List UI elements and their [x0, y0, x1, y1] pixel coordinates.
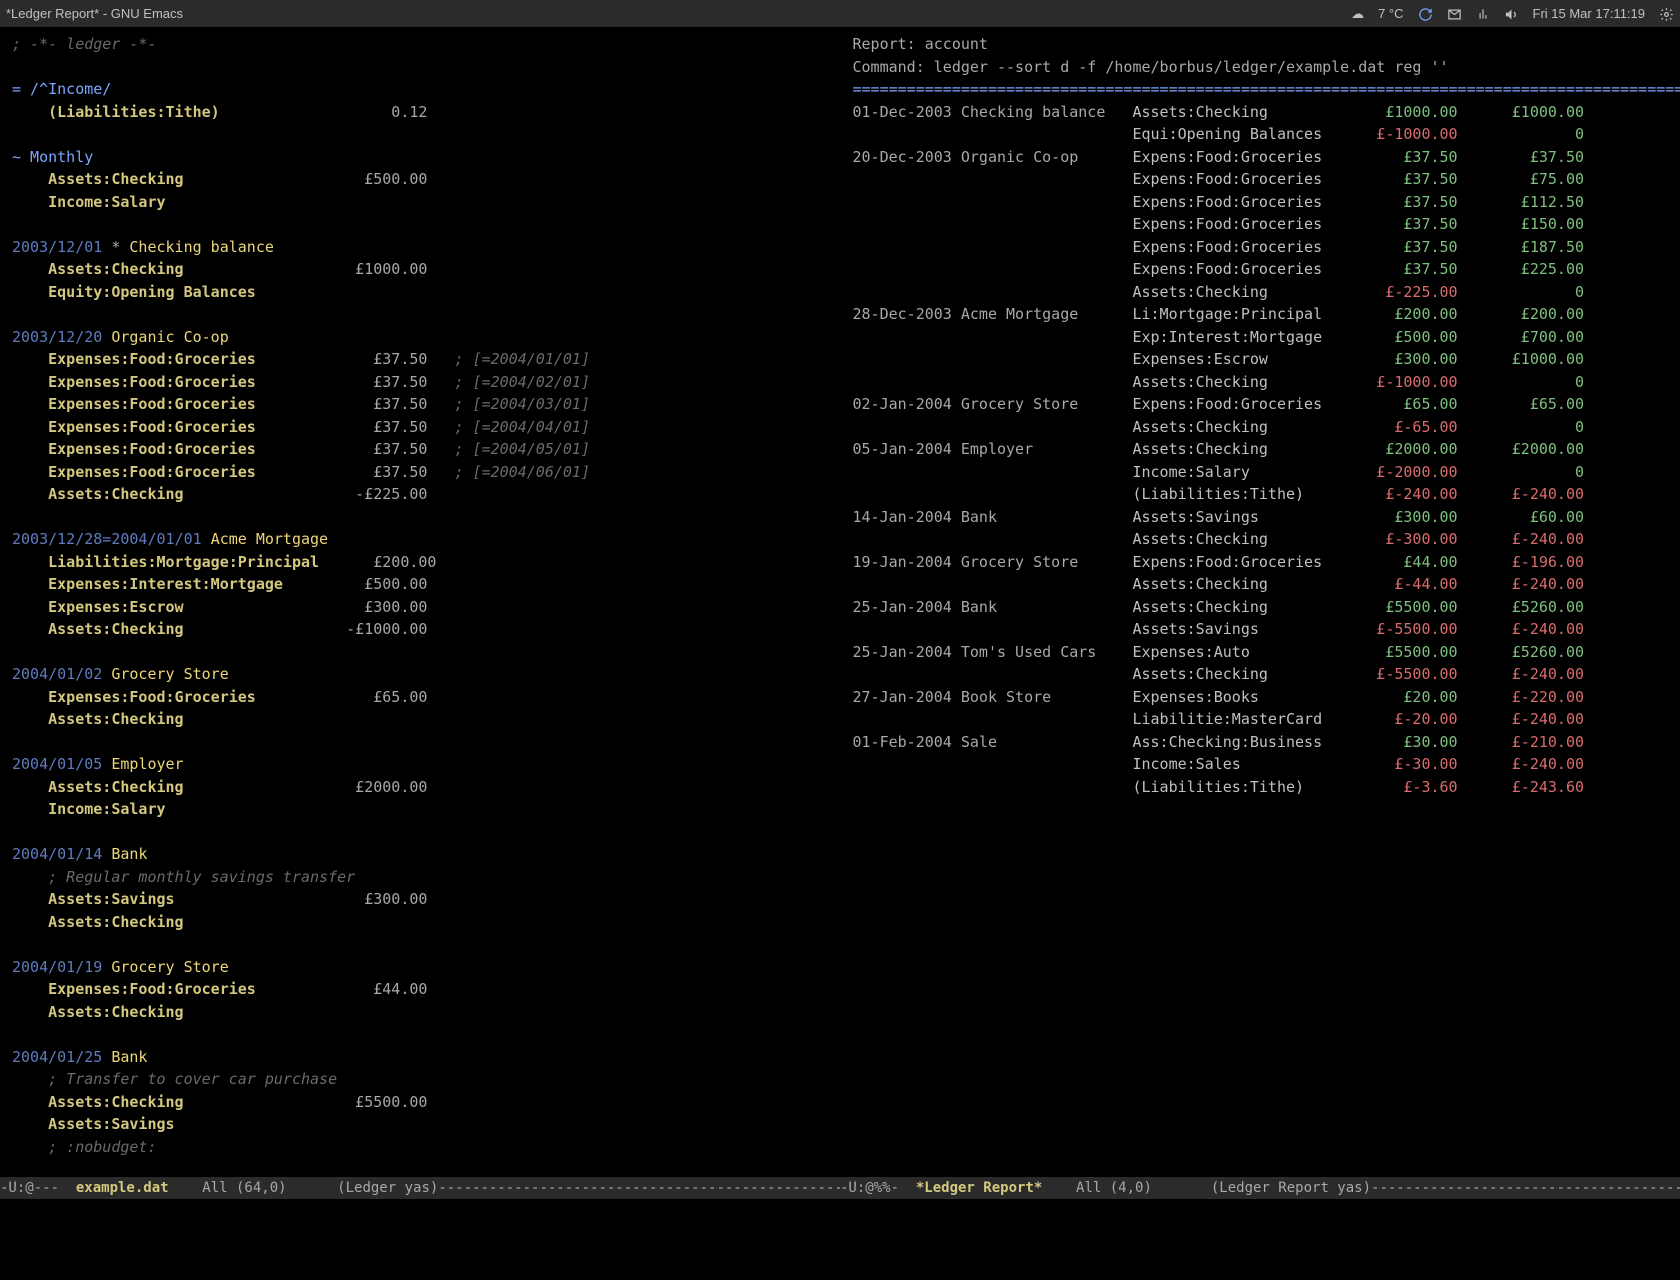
report-row: Liabilitie:MasterCard £-20.00 £-240.00 [853, 708, 1669, 731]
tx-post: Expenses:Food:Groceries £37.50 ; [=2004/… [12, 371, 828, 394]
report-rule: ========================================… [853, 78, 1669, 101]
tx-post: Expenses:Food:Groceries £37.50 ; [=2004/… [12, 348, 828, 371]
tx-header: 2003/12/20 Organic Co-op [12, 326, 828, 349]
tx-header: 2004/01/19 Grocery Store [12, 956, 828, 979]
report-row: 25-Jan-2004 Tom's Used Cars Expenses:Aut… [853, 641, 1669, 664]
tx-post: Expenses:Food:Groceries £37.50 ; [=2004/… [12, 416, 828, 439]
tx-post: Expenses:Food:Groceries £44.00 [12, 978, 828, 1001]
report-row: Assets:Checking £-44.00 £-240.00 [853, 573, 1669, 596]
report-row: Expens:Food:Groceries £37.50 £150.00 [853, 213, 1669, 236]
report-command: Command: ledger --sort d -f /home/borbus… [853, 56, 1669, 79]
report-row: Income:Sales £-30.00 £-240.00 [853, 753, 1669, 776]
tx-post: Expenses:Food:Groceries £37.50 ; [=2004/… [12, 461, 828, 484]
report-row: 27-Jan-2004 Book Store Expenses:Books £2… [853, 686, 1669, 709]
report-name: Report: account [853, 33, 1669, 56]
volume-icon[interactable] [1504, 4, 1519, 24]
tx-note: ; :nobudget: [12, 1136, 828, 1159]
system-tray: ☁ 7 °C Fri 15 Mar 17:11:19 [1351, 4, 1674, 24]
tx-post: Assets:Checking £5500.00 [12, 1091, 828, 1114]
tx-post: Equity:Opening Balances [12, 281, 828, 304]
modeline-left: -U:@--- example.dat All (64,0) (Ledger y… [0, 1177, 840, 1199]
network-icon[interactable] [1476, 4, 1490, 24]
file-local-var-comment: ; -*- ledger -*- [12, 33, 828, 56]
periodic-post: Income:Salary [12, 191, 828, 214]
tx-post: Assets:Savings £300.00 [12, 888, 828, 911]
mail-icon[interactable] [1447, 4, 1462, 24]
report-row: Assets:Checking £-300.00 £-240.00 [853, 528, 1669, 551]
modeline-right: -U:@%%- *Ledger Report* All (4,0) (Ledge… [840, 1177, 1680, 1199]
clock: Fri 15 Mar 17:11:19 [1533, 4, 1645, 24]
report-row: Expens:Food:Groceries £37.50 £112.50 [853, 191, 1669, 214]
tx-post: Assets:Checking £1000.00 [12, 258, 828, 281]
report-row: 28-Dec-2003 Acme Mortgage Li:Mortgage:Pr… [853, 303, 1669, 326]
titlebar: *Ledger Report* - GNU Emacs ☁ 7 °C Fri 1… [0, 0, 1680, 27]
report-row: Income:Salary £-2000.00 0 [853, 461, 1669, 484]
tx-header: 2003/12/01 * Checking balance [12, 236, 828, 259]
tx-post: Expenses:Food:Groceries £37.50 ; [=2004/… [12, 393, 828, 416]
refresh-icon[interactable] [1418, 4, 1433, 24]
tx-post: Assets:Checking [12, 1001, 828, 1024]
report-row: Expenses:Escrow £300.00 £1000.00 [853, 348, 1669, 371]
report-row: 20-Dec-2003 Organic Co-op Expens:Food:Gr… [853, 146, 1669, 169]
report-row: Expens:Food:Groceries £37.50 £75.00 [853, 168, 1669, 191]
tx-post: Expenses:Food:Groceries £37.50 ; [=2004/… [12, 438, 828, 461]
modeline: -U:@--- example.dat All (64,0) (Ledger y… [0, 1177, 1680, 1199]
tx-header: 2004/01/05 Employer [12, 753, 828, 776]
tx-post: Expenses:Escrow £300.00 [12, 596, 828, 619]
report-row: 02-Jan-2004 Grocery Store Expens:Food:Gr… [853, 393, 1669, 416]
report-row: 25-Jan-2004 Bank Assets:Checking £5500.0… [853, 596, 1669, 619]
periodic-header: ~ Monthly [12, 146, 828, 169]
tx-header: 2004/01/14 Bank [12, 843, 828, 866]
tx-note: ; Transfer to cover car purchase [12, 1068, 828, 1091]
tx-post: Assets:Savings [12, 1113, 828, 1136]
tx-post: Assets:Checking -£225.00 [12, 483, 828, 506]
report-row: (Liabilities:Tithe) £-3.60 £-243.60 [853, 776, 1669, 799]
report-row: Exp:Interest:Mortgage £500.00 £700.00 [853, 326, 1669, 349]
report-row: 14-Jan-2004 Bank Assets:Savings £300.00 … [853, 506, 1669, 529]
tx-note: ; Regular monthly savings transfer [12, 866, 828, 889]
ledger-source-pane[interactable]: ; -*- ledger -*- = /^Income/ (Liabilitie… [0, 27, 841, 1177]
tx-post: Assets:Checking [12, 708, 828, 731]
settings-icon[interactable] [1659, 4, 1674, 24]
tx-header: 2004/01/25 Bank [12, 1046, 828, 1069]
tx-header: 2004/01/02 Grocery Store [12, 663, 828, 686]
report-row: (Liabilities:Tithe) £-240.00 £-240.00 [853, 483, 1669, 506]
tx-post: Assets:Checking £2000.00 [12, 776, 828, 799]
tx-header: 2003/12/28=2004/01/01 Acme Mortgage [12, 528, 828, 551]
tx-post: Liabilities:Mortgage:Principal £200.00 [12, 551, 828, 574]
tx-post: Income:Salary [12, 798, 828, 821]
weather-icon: ☁ [1351, 4, 1364, 24]
ledger-report-pane[interactable]: Report: accountCommand: ledger --sort d … [841, 27, 1680, 1177]
report-row: Assets:Checking £-225.00 0 [853, 281, 1669, 304]
auto-rule: = /^Income/ [12, 78, 828, 101]
tx-post: Assets:Checking -£1000.00 [12, 618, 828, 641]
report-row: Assets:Checking £-5500.00 £-240.00 [853, 663, 1669, 686]
report-row: Expens:Food:Groceries £37.50 £225.00 [853, 258, 1669, 281]
report-row: Expens:Food:Groceries £37.50 £187.50 [853, 236, 1669, 259]
tx-post: Expenses:Interest:Mortgage £500.00 [12, 573, 828, 596]
auto-post: (Liabilities:Tithe) 0.12 [12, 101, 828, 124]
report-row: Equi:Opening Balances £-1000.00 0 [853, 123, 1669, 146]
report-row: 01-Dec-2003 Checking balance Assets:Chec… [853, 101, 1669, 124]
report-row: Assets:Checking £-65.00 0 [853, 416, 1669, 439]
report-row: 01-Feb-2004 Sale Ass:Checking:Business £… [853, 731, 1669, 754]
tx-post: Assets:Checking [12, 911, 828, 934]
report-row: Assets:Savings £-5500.00 £-240.00 [853, 618, 1669, 641]
report-row: 19-Jan-2004 Grocery Store Expens:Food:Gr… [853, 551, 1669, 574]
report-row: Assets:Checking £-1000.00 0 [853, 371, 1669, 394]
report-row: 05-Jan-2004 Employer Assets:Checking £20… [853, 438, 1669, 461]
window-title: *Ledger Report* - GNU Emacs [6, 4, 183, 24]
tx-post: Expenses:Food:Groceries £65.00 [12, 686, 828, 709]
periodic-post: Assets:Checking £500.00 [12, 168, 828, 191]
weather-text: 7 °C [1378, 4, 1403, 24]
